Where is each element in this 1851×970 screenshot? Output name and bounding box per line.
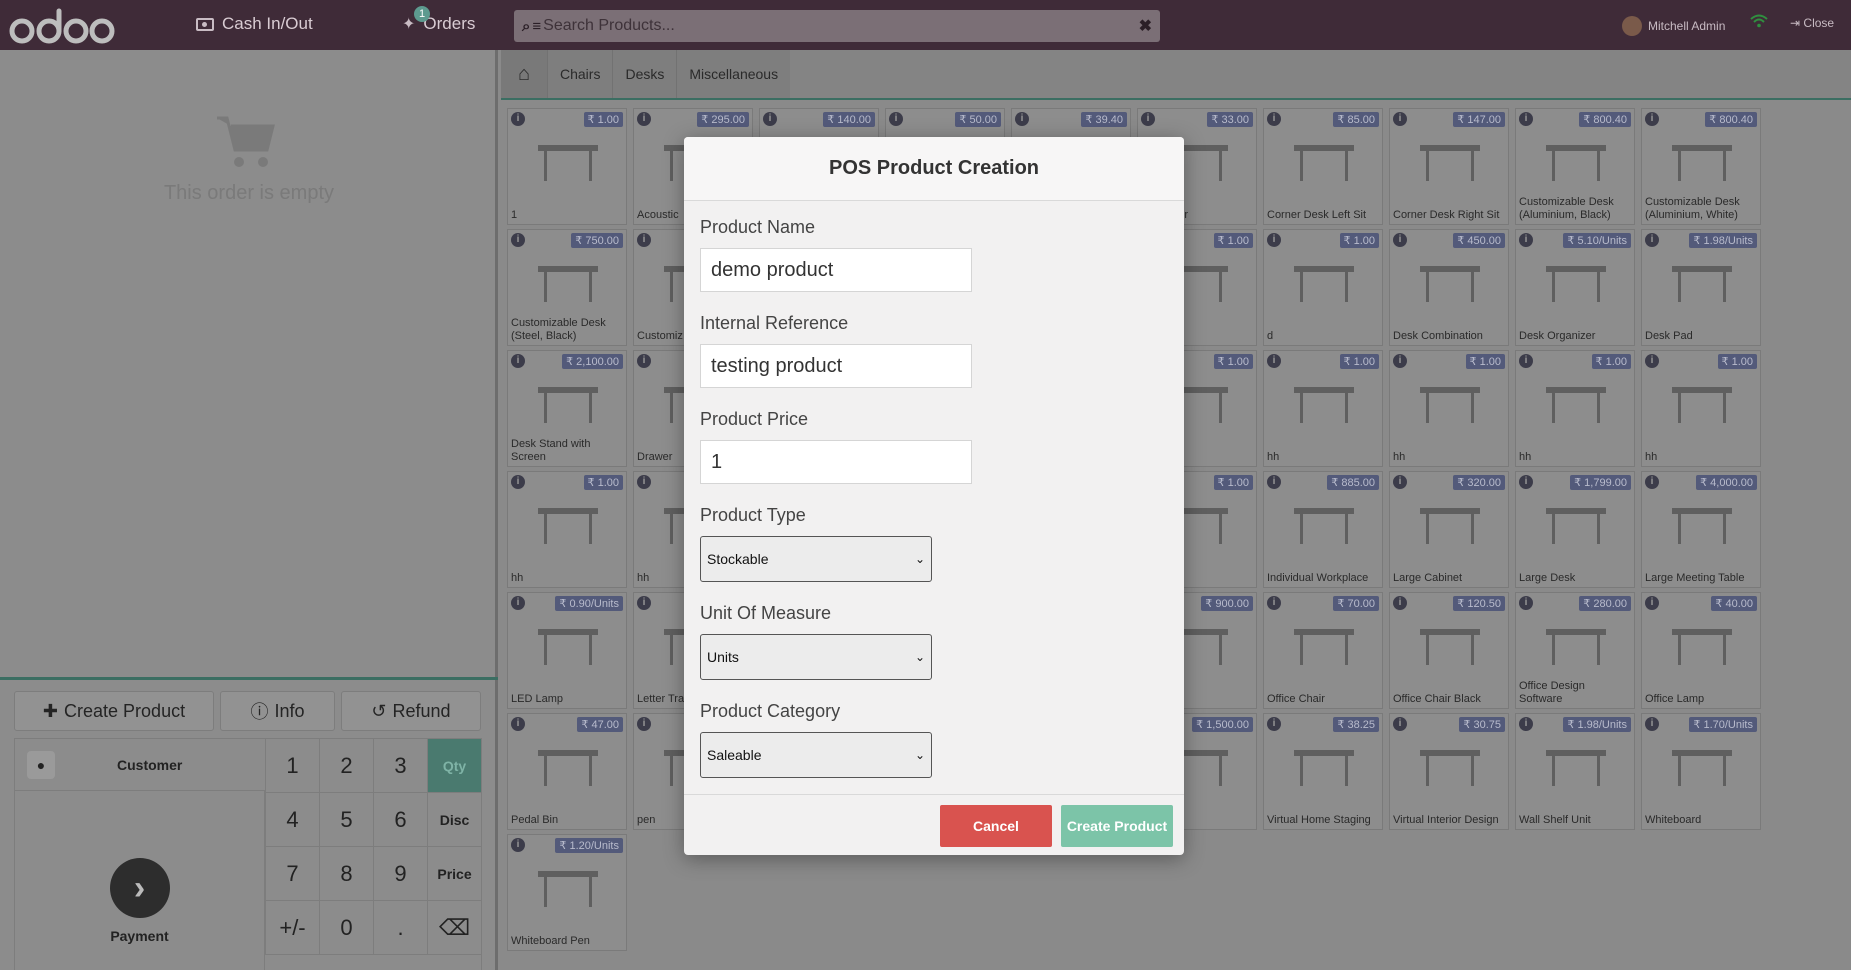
internal-ref-field[interactable] <box>700 344 972 388</box>
product-category-value: Saleable <box>707 747 762 763</box>
chevron-down-icon: ⌄ <box>914 552 925 566</box>
product-price-field[interactable] <box>700 440 972 484</box>
chevron-down-icon: ⌄ <box>914 748 925 762</box>
product-category-label: Product Category <box>700 701 841 721</box>
product-type-value: Stockable <box>707 551 769 567</box>
uom-label: Unit Of Measure <box>700 603 832 623</box>
product-type-select[interactable]: Stockable ⌄ <box>700 536 932 582</box>
product-name-field[interactable] <box>700 248 972 292</box>
chevron-down-icon: ⌄ <box>914 650 925 664</box>
product-creation-dialog: POS Product Creation Product Name Intern… <box>684 137 1184 855</box>
uom-select[interactable]: Units ⌄ <box>700 634 932 680</box>
product-price-label: Product Price <box>700 409 809 429</box>
create-product-submit-button[interactable]: Create Product <box>1061 805 1173 847</box>
product-type-label: Product Type <box>700 505 806 525</box>
pos-app: Cash In/Out ✦1 Orders ⌕ ≡ ✖ Mitchell Adm… <box>0 0 1851 970</box>
cancel-button[interactable]: Cancel <box>940 805 1052 847</box>
product-category-select[interactable]: Saleable ⌄ <box>700 732 932 778</box>
dialog-title: POS Product Creation <box>684 137 1184 201</box>
modal-backdrop: POS Product Creation Product Name Intern… <box>0 0 1851 970</box>
dialog-footer: Cancel Create Product <box>684 794 1184 855</box>
internal-ref-label: Internal Reference <box>700 313 849 333</box>
product-name-label: Product Name <box>700 217 816 237</box>
uom-value: Units <box>707 649 739 665</box>
